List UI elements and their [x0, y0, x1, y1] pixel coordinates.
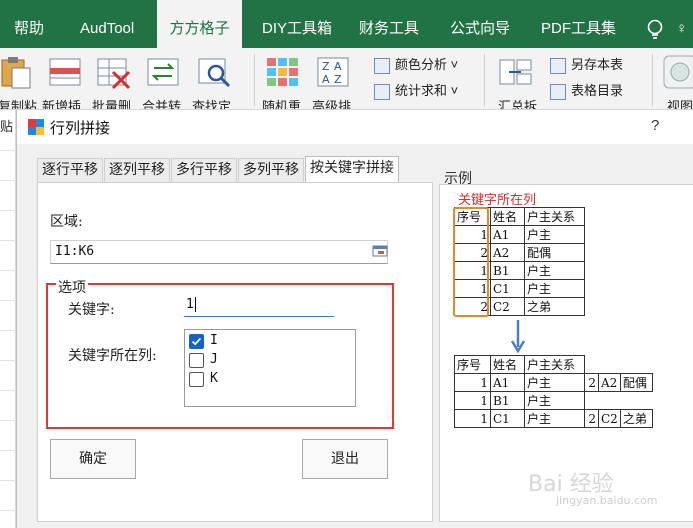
advanced-sort-icon[interactable]: Z A A Z [315, 54, 351, 90]
find-locate-icon[interactable] [196, 54, 232, 90]
keyword-input[interactable]: 1 [184, 295, 334, 317]
find-label[interactable]: 查找定 [192, 96, 231, 109]
tab-help[interactable]: 帮助 [14, 0, 44, 48]
tab-formula-wizard[interactable]: 公式向导 [450, 0, 510, 48]
example-caption: 关键字所在列 [458, 193, 537, 208]
table-row: 1 A1 户主 2 A2 配偶 [454, 373, 653, 392]
ribbon-tab-bar: 帮助 AudTool 方方格子 DIY工具箱 财务工具 公式向导 PDF工具集 … [0, 0, 693, 48]
ribbon-toolbar: 复制粘 新增插 批量删 合并转 查找定 随机重 Z A A Z 高级排 颜色分析… [0, 48, 693, 110]
ribbon-separator [254, 54, 255, 106]
tab-finance-tools[interactable]: 财务工具 [359, 0, 419, 48]
lightbulb-icon[interactable] [645, 18, 665, 42]
merge-convert-icon[interactable] [145, 54, 181, 90]
batch-delete-icon[interactable] [95, 54, 131, 90]
range-value: I1:K6 [55, 244, 95, 259]
summary-label[interactable]: 汇总拆 [498, 96, 537, 109]
table-row: 1 C1 户主 2 C2 之弟 [454, 409, 653, 428]
save-sheet-button[interactable]: 另存本表 [550, 54, 623, 76]
excel-window: 帮助 AudTool 方方格子 DIY工具箱 财务工具 公式向导 PDF工具集 … [0, 0, 693, 528]
tab-row-shift[interactable]: 逐行平移 [37, 158, 103, 182]
range-select-icon[interactable] [372, 243, 388, 259]
tab-diy-toolbox[interactable]: DIY工具箱 [262, 0, 332, 48]
svg-text:Z: Z [334, 73, 342, 86]
range-label: 区域: [50, 214, 83, 230]
paste-label[interactable]: 复制粘 [0, 96, 37, 109]
dialog-titlebar[interactable]: 行列拼接 ? [17, 110, 693, 144]
ribbon-separator [652, 54, 653, 106]
worksheet-edge[interactable] [0, 110, 16, 528]
sheet-edge-label: 贴 [0, 119, 14, 134]
svg-text:Z: Z [322, 60, 330, 73]
sort-label[interactable]: 高级排 [312, 96, 351, 109]
help-button[interactable]: ? [651, 117, 659, 134]
check-icon [191, 337, 202, 346]
tab-multi-row-shift[interactable]: 多行平移 [171, 158, 237, 182]
color-analysis-icon [374, 57, 390, 74]
ribbon-separator [484, 54, 485, 106]
range-input[interactable]: I1:K6 [50, 240, 388, 264]
watermark-url: jingyan.baidu.com [556, 494, 658, 507]
keyword-value: 1 [186, 297, 194, 312]
tab-audtool[interactable]: AudTool [80, 0, 134, 48]
example-result-table: 序号 姓名 户主关系 1 A1 户主 2 A2 配偶 1 B1 户主 1 C1 户主 2 C2 之弟 [454, 355, 653, 428]
keyword-column-label: 关键字所在列: [68, 348, 157, 364]
insert-label[interactable]: 新增插 [42, 96, 81, 109]
options-label: 选项 [56, 277, 88, 297]
tab-multi-column-shift[interactable]: 多列平移 [238, 158, 304, 182]
stat-sum-icon [374, 83, 390, 100]
save-sheet-icon [550, 57, 566, 74]
tab-pdf-tools[interactable]: PDF工具集 [541, 0, 616, 48]
random-icon[interactable] [265, 54, 301, 90]
random-label[interactable]: 随机重 [262, 96, 301, 109]
table-toc-icon [550, 83, 566, 100]
checkbox-checked[interactable] [189, 334, 204, 349]
table-row: 1 B1 户主 [454, 391, 653, 410]
paste-icon[interactable] [0, 54, 34, 90]
chevron-down-icon: ˅ [450, 57, 459, 72]
dialog-title: 行列拼接 [50, 120, 111, 137]
tab-fangfang[interactable]: 方方格子 [157, 0, 242, 48]
merge-label[interactable]: 合并转 [142, 96, 181, 109]
down-arrow-icon [510, 320, 526, 353]
table-header-row: 序号 姓名 户主关系 [454, 355, 653, 374]
svg-text:A: A [334, 60, 342, 73]
text-caret [194, 297, 196, 312]
checkbox[interactable] [189, 372, 204, 387]
app-logo-icon [28, 119, 44, 135]
insert-row-icon[interactable] [47, 54, 83, 90]
view-label[interactable]: 视图 [667, 96, 693, 109]
view-icon[interactable] [662, 54, 693, 90]
svg-text:A: A [322, 73, 330, 86]
keyword-column-list[interactable]: I J K [184, 329, 356, 407]
checkbox[interactable] [189, 353, 204, 368]
color-analysis-button[interactable]: 颜色分析 ˅ [374, 54, 458, 76]
stat-sum-button[interactable]: 统计求和 ˅ [374, 80, 458, 102]
summary-split-icon[interactable] [497, 54, 533, 90]
table-toc-button[interactable]: 表格目录 [550, 80, 623, 102]
tab-keyword-splice[interactable]: 按关键字拼接 [305, 156, 399, 182]
tab-column-shift[interactable]: 逐列平移 [104, 158, 170, 182]
keyword-label: 关键字: [68, 302, 115, 318]
ok-button[interactable]: 确定 [50, 439, 136, 479]
keyword-column-highlight [453, 207, 489, 317]
exit-button[interactable]: 退出 [302, 439, 388, 479]
keyword-splice-panel: 区域: I1:K6 选项 关键字: 1 关键字所在列: I J K 确定 退出 [37, 182, 433, 522]
chevron-down-icon: ˅ [450, 83, 459, 98]
batch-delete-label[interactable]: 批量删 [92, 96, 131, 109]
